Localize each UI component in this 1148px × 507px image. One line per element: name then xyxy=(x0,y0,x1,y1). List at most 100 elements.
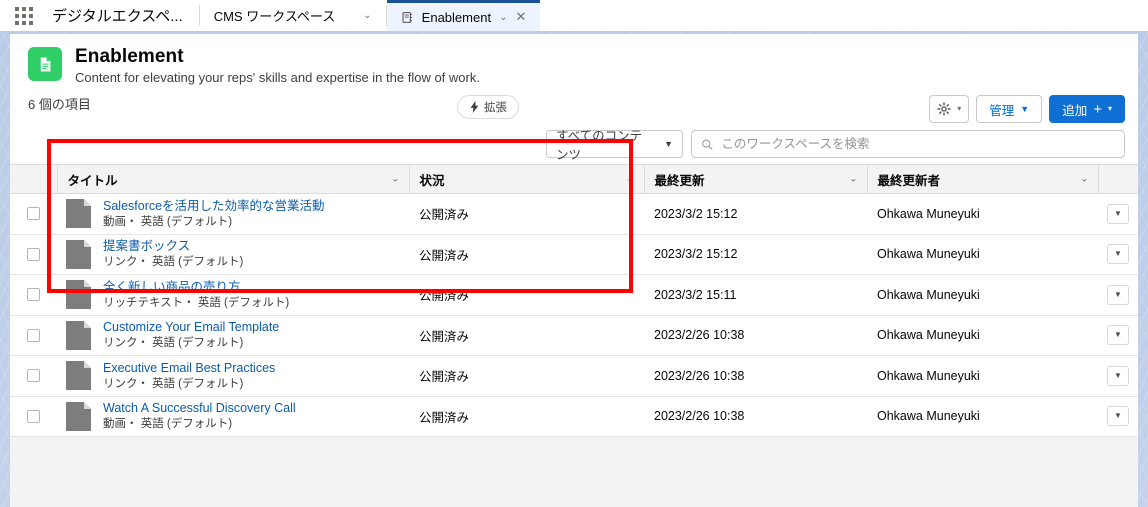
row-checkbox[interactable] xyxy=(27,247,40,261)
row-title-link[interactable]: Watch A Successful Discovery Call xyxy=(103,400,296,416)
row-last-modified-cell: 2023/3/2 15:12 xyxy=(644,234,867,275)
page-background: デジタルエクスペ... CMS ワークスペース ⌄ Enablement ⌄ ✕ xyxy=(0,0,1148,507)
table-row[interactable]: Watch A Successful Discovery Call 動画・ 英語… xyxy=(10,396,1138,437)
row-last-modified-by-cell: Ohkawa Muneyuki xyxy=(867,274,1098,316)
row-subtitle: リッチテキスト・ 英語 (デフォルト) xyxy=(103,296,290,309)
chevron-down-icon: ▼ xyxy=(1114,411,1122,421)
chevron-down-icon: ▼ xyxy=(1114,289,1122,299)
table-row[interactable]: 全く新しい商品の売り方 リッチテキスト・ 英語 (デフォルト) 公開済み 202… xyxy=(10,274,1138,316)
close-icon[interactable]: ✕ xyxy=(515,9,526,25)
row-menu-button[interactable]: ▼ xyxy=(1107,365,1129,386)
row-checkbox[interactable] xyxy=(27,369,40,383)
row-title-link[interactable]: 提案書ボックス xyxy=(103,238,243,254)
row-checkbox[interactable] xyxy=(27,328,40,342)
search-box[interactable] xyxy=(691,130,1125,158)
row-checkbox[interactable] xyxy=(27,288,40,302)
row-subtitle: 動画・ 英語 (デフォルト) xyxy=(103,215,233,228)
tab-cms-workspace-menu[interactable]: ⌄ xyxy=(349,0,385,31)
column-header-last-modified-by[interactable]: 最終更新者 ⌄ xyxy=(866,164,1098,194)
file-icon xyxy=(66,199,91,229)
row-actions-cell: ▼ xyxy=(1098,274,1138,316)
chevron-down-icon[interactable]: ⌄ xyxy=(1080,174,1088,185)
row-last-modified-by-cell: Ohkawa Muneyuki xyxy=(867,315,1098,356)
manage-button-label: 管理 xyxy=(989,103,1015,118)
column-header-actions xyxy=(1097,164,1138,194)
search-input[interactable] xyxy=(721,137,1115,151)
row-last-modified-cell: 2023/2/26 10:38 xyxy=(644,315,867,356)
app-launcher-icon[interactable] xyxy=(0,0,48,31)
table-row[interactable]: Executive Email Best Practices リンク・ 英語 (… xyxy=(10,355,1138,397)
file-icon xyxy=(66,280,91,310)
row-menu-button[interactable]: ▼ xyxy=(1107,203,1129,224)
row-title-cell: 全く新しい商品の売り方 リッチテキスト・ 英語 (デフォルト) xyxy=(57,274,409,316)
document-icon xyxy=(40,56,50,72)
add-button[interactable]: 追加 + ▾ xyxy=(1049,95,1125,123)
chevron-down-icon: ▼ xyxy=(1020,103,1030,114)
column-header-status[interactable]: 状況 ⌄ xyxy=(408,164,644,194)
workspace-icon xyxy=(28,47,62,81)
file-icon xyxy=(66,239,91,269)
chevron-down-icon: ▼ xyxy=(1114,330,1122,340)
row-menu-button[interactable]: ▼ xyxy=(1107,284,1129,305)
row-subtitle: 動画・ 英語 (デフォルト) xyxy=(103,418,233,431)
enhanced-badge[interactable]: 拡張 xyxy=(457,95,519,119)
row-last-modified-cell: 2023/3/2 15:11 xyxy=(644,274,867,316)
row-status-cell: 公開済み xyxy=(409,396,644,437)
row-title-link[interactable]: Executive Email Best Practices xyxy=(103,360,275,376)
file-icon xyxy=(66,320,91,350)
row-status-cell: 公開済み xyxy=(409,315,644,356)
row-last-modified-cell: 2023/2/26 10:38 xyxy=(644,396,867,437)
chevron-down-icon: ▼ xyxy=(1114,208,1122,218)
row-select-cell xyxy=(10,234,57,275)
chevron-down-icon[interactable]: ⌄ xyxy=(626,174,634,185)
column-header-last-modified[interactable]: 最終更新 ⌄ xyxy=(643,164,867,194)
row-title-cell: Customize Your Email Template リンク・ 英語 (デ… xyxy=(57,315,409,356)
row-actions-cell: ▼ xyxy=(1098,193,1138,235)
column-label: 状況 xyxy=(419,173,445,188)
row-menu-button[interactable]: ▼ xyxy=(1107,406,1129,427)
lightning-bolt-icon xyxy=(470,101,479,113)
plus-icon: + xyxy=(1093,100,1102,118)
row-checkbox[interactable] xyxy=(27,207,40,221)
chevron-down-icon: ▾ xyxy=(957,104,962,113)
tab-cms-workspace[interactable]: CMS ワークスペース xyxy=(200,0,350,31)
row-select-cell xyxy=(10,355,57,397)
row-select-cell xyxy=(10,315,57,356)
row-last-modified-by-cell: Ohkawa Muneyuki xyxy=(867,396,1098,437)
column-label: タイトル xyxy=(67,173,118,188)
chevron-down-icon: ▼ xyxy=(1114,249,1122,259)
row-actions-cell: ▼ xyxy=(1098,234,1138,275)
row-menu-button[interactable]: ▼ xyxy=(1107,325,1129,346)
chevron-down-icon[interactable]: ⌄ xyxy=(849,174,857,185)
row-checkbox[interactable] xyxy=(27,409,40,423)
table-row[interactable]: Customize Your Email Template リンク・ 英語 (デ… xyxy=(10,315,1138,356)
row-status-cell: 公開済み xyxy=(409,355,644,397)
row-menu-button[interactable]: ▼ xyxy=(1107,244,1129,265)
tab-label: CMS ワークスペース xyxy=(213,9,336,24)
table-row[interactable]: 提案書ボックス リンク・ 英語 (デフォルト) 公開済み 2023/3/2 15… xyxy=(10,234,1138,275)
tab-enablement[interactable]: Enablement ⌄ ✕ xyxy=(386,0,541,31)
row-title-link[interactable]: Customize Your Email Template xyxy=(103,319,279,335)
row-actions-cell: ▼ xyxy=(1098,355,1138,397)
select-all-header xyxy=(10,164,57,194)
item-count: 6 個の項目 xyxy=(28,97,91,112)
manage-button[interactable]: 管理 ▼ xyxy=(976,95,1043,123)
content-type-filter[interactable]: すべてのコンテンツ ▼ xyxy=(546,129,683,162)
row-status-cell: 公開済み xyxy=(409,193,644,235)
table-row[interactable]: Salesforceを活用した効率的な営業活動 動画・ 英語 (デフォルト) 公… xyxy=(10,193,1138,235)
settings-button[interactable]: ▾ xyxy=(929,95,970,123)
search-icon xyxy=(702,139,713,150)
row-last-modified-by-cell: Ohkawa Muneyuki xyxy=(867,234,1098,275)
column-header-title[interactable]: タイトル ⌄ xyxy=(56,164,409,194)
browser-tab-strip: デジタルエクスペ... CMS ワークスペース ⌄ Enablement ⌄ ✕ xyxy=(0,0,1148,31)
content-type-filter-label: すべてのコンテンツ xyxy=(556,129,643,162)
file-icon xyxy=(66,361,91,391)
row-title-link[interactable]: 全く新しい商品の売り方 xyxy=(103,279,289,295)
row-last-modified-by-cell: Ohkawa Muneyuki xyxy=(867,193,1098,235)
chevron-down-icon[interactable]: ⌄ xyxy=(499,12,507,23)
chevron-down-icon: ▼ xyxy=(1114,370,1122,380)
chevron-down-icon[interactable]: ⌄ xyxy=(391,174,399,185)
row-title-link[interactable]: Salesforceを活用した効率的な営業活動 xyxy=(103,198,325,214)
row-select-cell xyxy=(10,396,57,437)
filter-row: すべてのコンテンツ ▼ xyxy=(546,129,1125,162)
